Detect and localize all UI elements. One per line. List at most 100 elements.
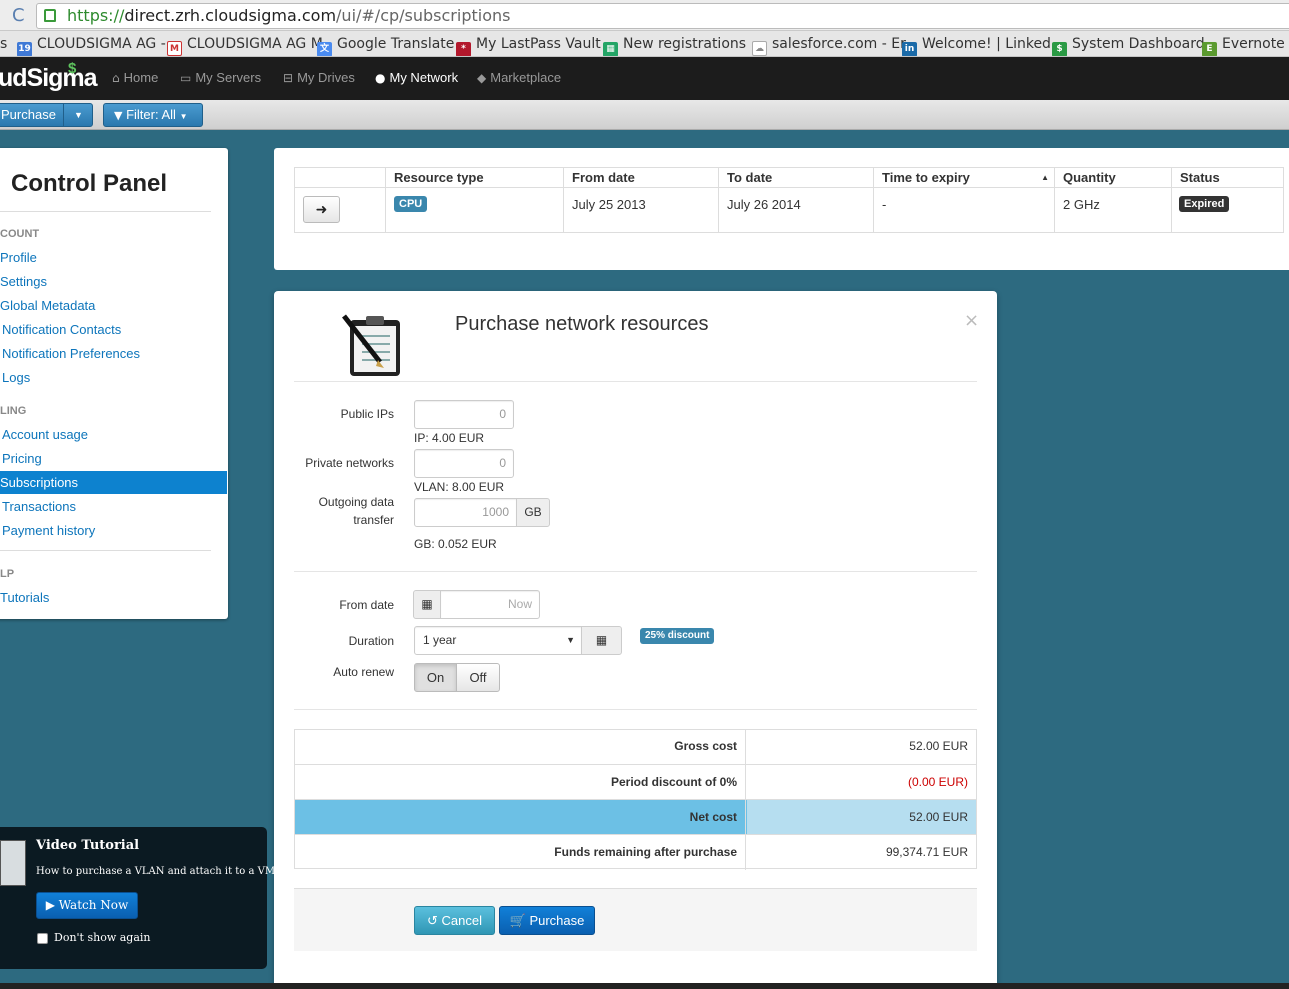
column-header-resource-type[interactable]: Resource type [385,168,564,187]
watch-now-button[interactable]: ▶ Watch Now [36,892,138,919]
public-ips-label: Public IPs [340,407,394,421]
auto-renew-off-button[interactable]: Off [456,663,500,692]
sidebar-item-profile[interactable]: Profile [0,246,227,269]
public-ips-input[interactable]: 0 [414,400,514,429]
nav-marketplace[interactable]: ◆ Marketplace [477,70,561,85]
nav-home[interactable]: ⌂ Home [112,70,158,85]
table-row: Net cost 52.00 EUR [295,799,976,835]
clipboard-icon [342,314,400,376]
bookmark-item[interactable]: s [0,35,7,53]
sidebar-item-payment-history[interactable]: Payment history [2,519,229,542]
sidebar-item-notification-contacts[interactable]: Notification Contacts [2,318,229,341]
auto-renew-on-button[interactable]: On [414,663,457,692]
duration-select[interactable]: 1 year ▼ [414,626,582,655]
purchase-button[interactable]: 🛒 Purchase [499,906,595,935]
nav-my-network[interactable]: ● My Network [375,70,458,85]
divider [294,571,977,572]
column-header-quantity[interactable]: Quantity [1054,168,1172,187]
column-divider [1171,188,1172,232]
column-header-time-to-expiry[interactable]: Time to expiry ▲ [873,168,1055,187]
globe-icon: ● [375,71,386,85]
section-heading-account: COUNT [0,228,40,240]
close-icon[interactable]: × [964,310,979,331]
nav-label: My Network [389,70,459,85]
tag-icon: ◆ [477,71,487,85]
bookmark-label: New registrations [623,36,747,52]
column-divider [718,188,719,232]
purchase-dropdown-button[interactable]: Purchase ▼ [0,103,93,127]
column-header-from-date[interactable]: From date [563,168,719,187]
sidebar-item-global-metadata[interactable]: Global Metadata [0,294,227,317]
dashboard-icon: $ [1052,42,1067,56]
bookmarks-bar: s 19 CLOUDSIGMA AG - M CLOUDSIGMA AG M 文 Go… [0,31,1289,57]
watch-label: Watch Now [58,898,129,912]
calendar-icon[interactable]: ▦ [581,626,622,655]
bottom-strip [0,983,1289,989]
cost-label: Funds remaining after purchase [295,835,746,870]
sidebar-item-account-usage[interactable]: Account usage [2,423,229,446]
sidebar-item-pricing[interactable]: Pricing [2,447,229,470]
bookmark-item[interactable]: E Evernote W [1202,35,1289,56]
bookmark-item[interactable]: * My LastPass Vault [456,35,601,56]
bookmark-label: s [0,36,8,52]
dont-show-again-label: Don't show again [54,931,151,944]
sidebar-item-settings[interactable]: Settings [0,270,227,293]
logo[interactable]: udSigma [0,64,98,93]
section-heading-billing: LING [0,405,27,417]
home-icon: ⌂ [112,71,120,85]
to-date-cell: July 26 2014 [727,197,801,212]
outgoing-transfer-input[interactable]: 1000 [414,498,517,527]
bookmark-label: Google Translate [337,36,455,52]
nav-my-servers[interactable]: ▭ My Servers [180,70,261,85]
label-line: Outgoing data [318,495,394,509]
bookmark-item[interactable]: ▦ New registrations [603,35,747,56]
logo-mark-icon: $ [68,60,77,77]
sidebar-item-transactions[interactable]: Transactions [2,495,229,518]
private-networks-input[interactable]: 0 [414,449,514,478]
column-header-status[interactable]: Status [1171,168,1283,187]
from-date-input[interactable]: Now [440,590,540,619]
sidebar-item-tutorials[interactable]: Tutorials [0,586,227,609]
from-date-cell: July 25 2013 [572,197,646,212]
dont-show-again-checkbox[interactable] [37,933,48,944]
bookmark-item[interactable]: M CLOUDSIGMA AG M [167,35,323,56]
purchase-label: Purchase [1,107,56,122]
bookmark-label: Welcome! | Linked [922,36,1051,52]
duration-value: 1 year [423,633,457,647]
cost-label: Gross cost [295,729,746,764]
cancel-button[interactable]: ↺ Cancel [414,906,495,935]
nav-my-drives[interactable]: ⊟ My Drives [283,70,355,85]
quantity-cell: 2 GHz [1063,197,1100,212]
status-badge: Expired [1179,196,1230,212]
table-row: Funds remaining after purchase 99,374.71… [295,834,976,870]
filter-button[interactable]: ▼ Filter: All ▼ [103,103,203,127]
bookmark-item[interactable]: in Welcome! | Linked [902,35,1051,56]
cost-value: 52.00 EUR [747,800,976,835]
cost-value: 52.00 EUR [909,739,968,753]
reload-icon[interactable]: C [12,5,25,26]
nav-label: My Drives [297,70,355,85]
sidebar-item-notification-preferences[interactable]: Notification Preferences [2,342,229,365]
cart-icon: 🛒 [509,914,526,929]
sidebar-item-subscriptions[interactable]: Subscriptions [0,471,227,494]
bookmark-item[interactable]: 文 Google Translate [317,35,455,56]
resource-type-badge: CPU [394,196,428,212]
sidebar-item-logs[interactable]: Logs [2,366,229,389]
bookmark-item[interactable]: 19 CLOUDSIGMA AG - [17,35,166,56]
column-divider [563,188,564,232]
section-heading-help: LP [0,568,15,580]
arrow-circle-right-icon: ➜ [315,201,328,217]
bookmark-item[interactable]: $ System Dashboard [1052,35,1205,56]
calendar-icon[interactable]: ▦ [413,590,441,619]
column-divider [385,188,386,232]
expand-row-button[interactable]: ➜ [303,196,340,223]
column-header-to-date[interactable]: To date [718,168,874,187]
bookmark-label: System Dashboard [1072,36,1205,52]
sort-asc-icon: ▲ [1041,173,1049,182]
bookmark-item[interactable]: ☁ salesforce.com - Er [752,35,906,56]
auto-renew-label: Auto renew [333,665,394,679]
divider [294,381,977,382]
caret-down-icon: ▼ [63,104,93,126]
address-field[interactable]: https://direct.zrh.cloudsigma.com/ui/#/c… [36,3,1289,29]
lock-icon [44,9,56,22]
